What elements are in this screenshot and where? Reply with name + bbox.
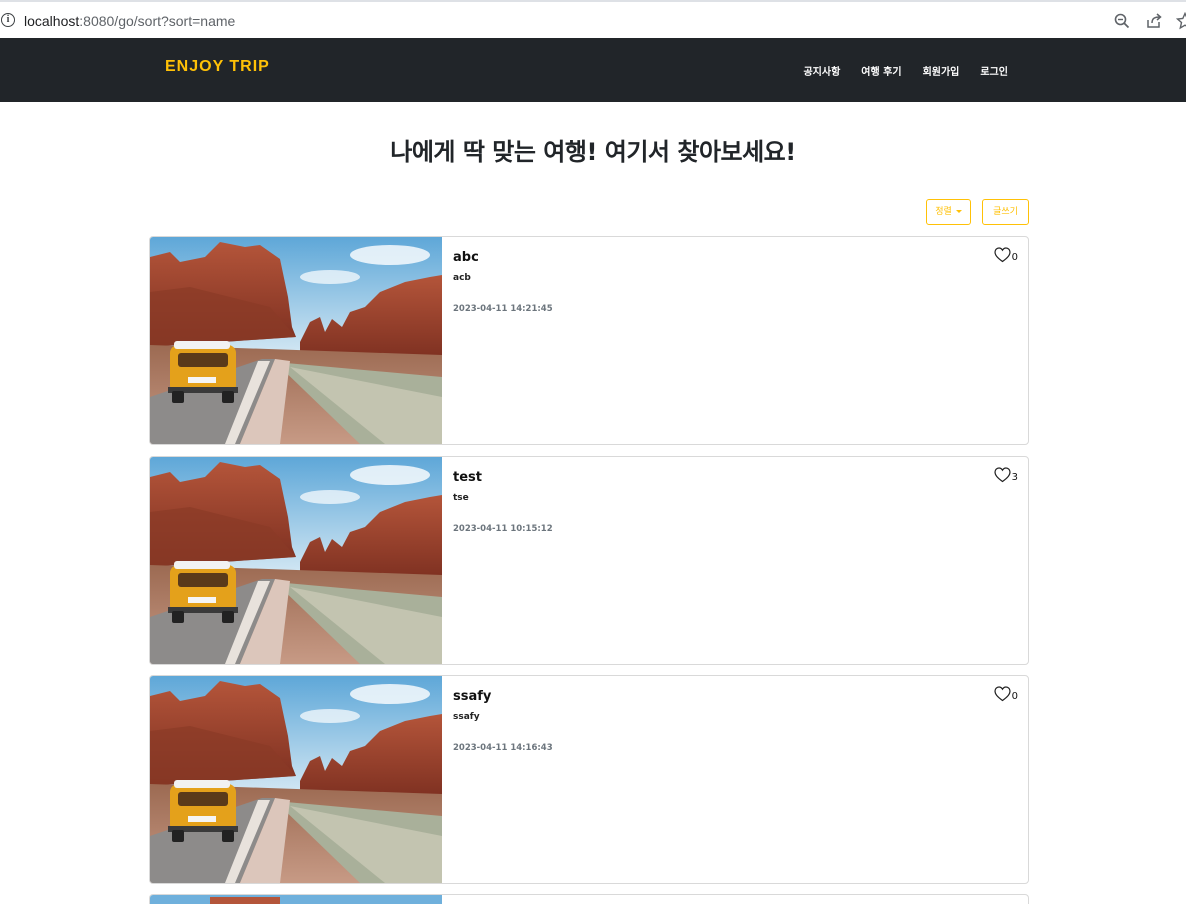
post-title[interactable]: ssafy — [453, 689, 491, 704]
nav-link-signup[interactable]: 회원가입 — [923, 63, 960, 78]
heart-icon — [994, 247, 1011, 263]
nav-links: 공지사항 여행 후기 회원가입 로그인 — [803, 63, 1008, 78]
post-title[interactable]: abc — [453, 250, 479, 265]
like-button[interactable]: 0 — [994, 247, 1018, 263]
nav-link-notice[interactable]: 공지사항 — [803, 63, 840, 78]
zoom-icon[interactable] — [1113, 12, 1131, 30]
like-button[interactable]: 0 — [994, 686, 1018, 702]
url-host: localhost — [24, 13, 80, 29]
post-thumbnail-image[interactable] — [150, 895, 442, 904]
info-icon[interactable]: i — [1, 13, 15, 27]
page-title: 나에게 딱 맞는 여행! 여기서 찾아보세요! — [390, 138, 796, 166]
post-card[interactable]: abc acb 2023-04-11 14:21:45 0 — [149, 236, 1029, 445]
write-label: 글쓰기 — [993, 207, 1018, 217]
url-field[interactable]: localhost:8080/go/sort?sort=name — [24, 13, 235, 29]
heart-icon — [994, 686, 1011, 702]
post-date: 2023-04-11 14:21:45 — [453, 304, 553, 314]
sort-dropdown-button[interactable]: 정렬 — [926, 199, 971, 225]
post-card[interactable]: test tse 2023-04-11 10:15:12 3 — [149, 456, 1029, 665]
like-count: 3 — [1011, 472, 1018, 483]
like-button[interactable]: 3 — [994, 467, 1018, 483]
post-date: 2023-04-11 14:16:43 — [453, 743, 553, 753]
sort-label: 정렬 — [935, 207, 952, 217]
url-path: :8080/go/sort?sort=name — [79, 13, 236, 29]
heart-icon — [994, 467, 1011, 483]
post-title[interactable]: test — [453, 470, 482, 485]
like-count: 0 — [1011, 252, 1018, 263]
like-count: 0 — [1011, 691, 1018, 702]
post-thumbnail-image[interactable] — [150, 457, 442, 664]
nav-link-reviews[interactable]: 여행 후기 — [861, 63, 901, 78]
write-post-button[interactable]: 글쓰기 — [982, 199, 1029, 225]
post-content: acb — [453, 273, 471, 283]
post-content: tse — [453, 493, 469, 503]
post-thumbnail-image[interactable] — [150, 237, 442, 444]
brand-logo[interactable]: ENJOY TRIP — [165, 58, 270, 76]
caret-down-icon — [955, 210, 962, 213]
bookmark-star-icon[interactable] — [1176, 12, 1186, 30]
nav-link-login[interactable]: 로그인 — [980, 63, 1008, 78]
share-icon[interactable] — [1145, 12, 1163, 30]
top-navbar: ENJOY TRIP 공지사항 여행 후기 회원가입 로그인 — [0, 38, 1186, 102]
post-content: ssafy — [453, 712, 480, 722]
browser-address-bar: i localhost:8080/go/sort?sort=name — [0, 0, 1186, 38]
post-date: 2023-04-11 10:15:12 — [453, 524, 553, 534]
post-thumbnail-image[interactable] — [150, 676, 442, 883]
post-card-partial[interactable] — [149, 894, 1029, 904]
post-card[interactable]: ssafy ssafy 2023-04-11 14:16:43 0 — [149, 675, 1029, 884]
